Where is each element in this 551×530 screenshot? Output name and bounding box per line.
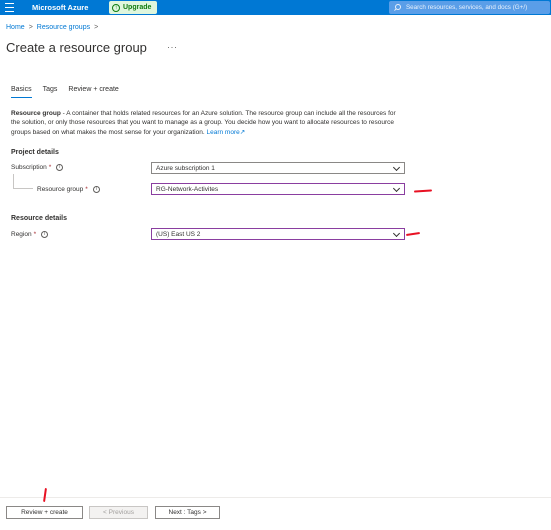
footer-divider (0, 497, 551, 498)
page-title: Create a resource group (6, 40, 147, 55)
tab-bar: Basics Tags Review + create (11, 86, 130, 98)
resource-group-select[interactable]: RG-Network-Activites (151, 183, 405, 195)
tree-connector (13, 188, 33, 189)
subscription-value: Azure subscription 1 (156, 164, 215, 172)
description: Resource group - A container that holds … (11, 109, 401, 137)
chevron-down-icon (392, 229, 401, 238)
search-input[interactable] (405, 4, 550, 11)
annotation-mark (413, 189, 433, 193)
tab-basics[interactable]: Basics (11, 86, 32, 98)
tree-connector (13, 174, 14, 188)
required-marker: * (33, 231, 37, 238)
info-icon[interactable]: i (92, 186, 100, 193)
previous-button[interactable]: < Previous (89, 506, 148, 519)
annotation-mark (43, 487, 47, 503)
description-text: - A container that holds related resourc… (11, 110, 396, 136)
breadcrumb: Home > Resource groups > (6, 24, 98, 31)
more-options-icon[interactable]: ··· (167, 42, 178, 52)
search-icon (394, 4, 401, 11)
breadcrumb-resource-groups[interactable]: Resource groups (37, 24, 90, 31)
learn-more-link[interactable]: Learn more (206, 129, 239, 136)
annotation-mark (405, 232, 421, 236)
global-search[interactable] (389, 1, 550, 14)
next-tags-button[interactable]: Next : Tags > (155, 506, 220, 519)
hamburger-menu-icon[interactable] (5, 3, 14, 12)
resource-group-label-text: Resource group (37, 186, 84, 193)
required-marker: * (85, 186, 88, 193)
breadcrumb-home[interactable]: Home (6, 24, 25, 31)
resource-group-label: Resource group * i (37, 186, 100, 193)
resource-group-value: RG-Network-Activites (156, 185, 219, 193)
top-bar: Microsoft Azure ↑ Upgrade (0, 0, 551, 15)
required-marker: * (48, 164, 52, 171)
breadcrumb-separator: > (28, 24, 33, 31)
breadcrumb-separator: > (94, 24, 99, 31)
info-icon[interactable]: i (56, 164, 64, 171)
upgrade-icon: ↑ (112, 3, 120, 12)
region-label-text: Region (11, 231, 32, 238)
tab-review-create[interactable]: Review + create (68, 86, 118, 98)
subscription-select[interactable]: Azure subscription 1 (151, 162, 405, 174)
brand-title[interactable]: Microsoft Azure (32, 2, 88, 13)
upgrade-label: Upgrade (123, 4, 152, 11)
region-value: (US) East US 2 (156, 230, 201, 238)
resource-details-heading: Resource details (11, 215, 68, 222)
description-title: Resource group (11, 110, 61, 117)
subscription-label-text: Subscription (11, 164, 47, 171)
chevron-down-icon (392, 184, 401, 193)
tab-tags[interactable]: Tags (43, 86, 58, 98)
review-create-button[interactable]: Review + create (6, 506, 83, 519)
info-icon[interactable]: i (41, 231, 49, 238)
external-link-icon: ↗ (239, 128, 246, 136)
upgrade-button[interactable]: ↑ Upgrade (109, 1, 157, 14)
project-details-heading: Project details (11, 149, 59, 156)
subscription-label: Subscription * i (11, 164, 64, 171)
chevron-down-icon (392, 163, 401, 172)
region-select[interactable]: (US) East US 2 (151, 228, 405, 240)
region-label: Region * i (11, 231, 49, 238)
